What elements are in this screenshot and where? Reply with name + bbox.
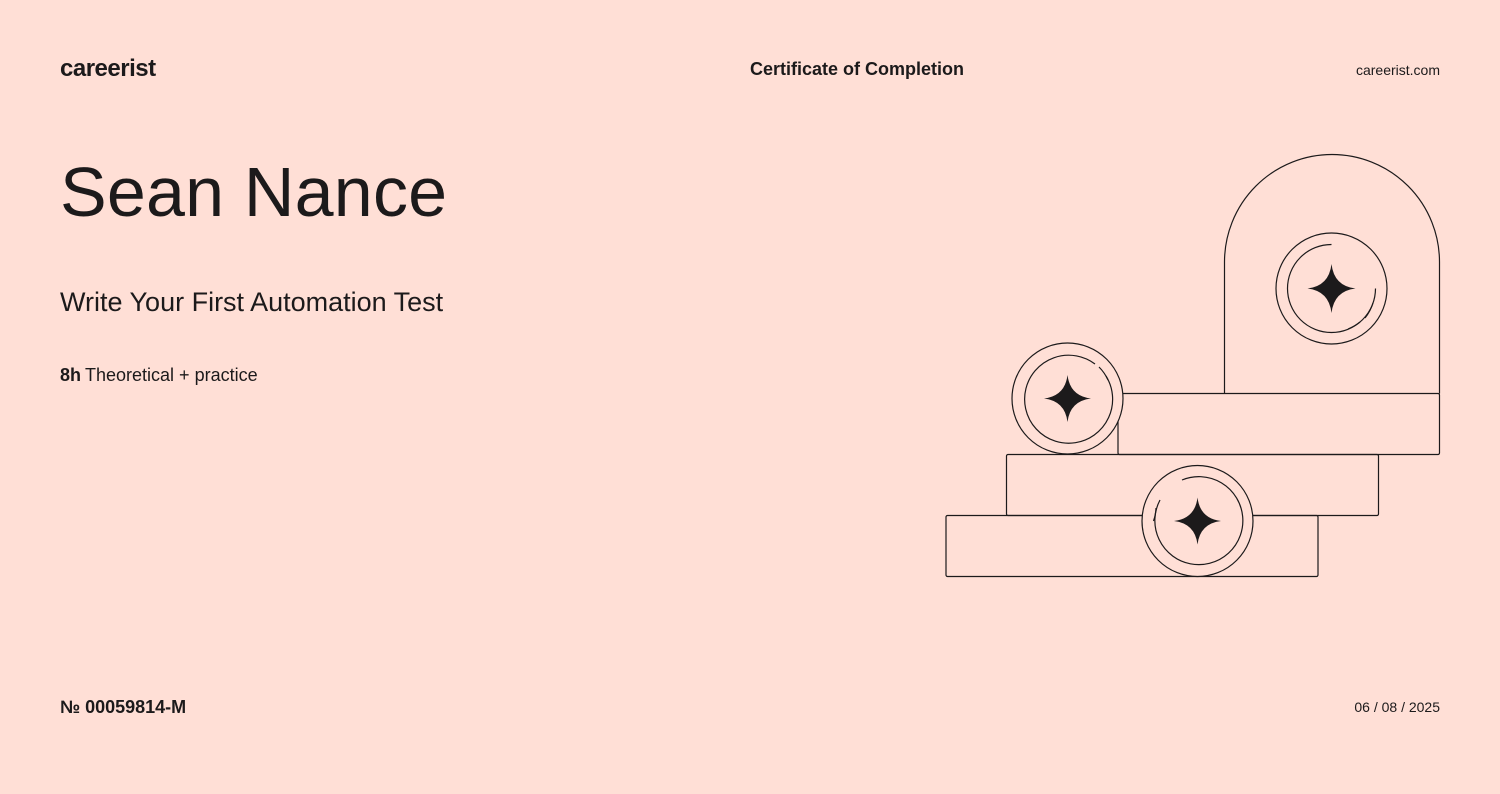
recipient-name: Sean Nance <box>60 153 448 231</box>
stacked-blocks-illustration <box>945 153 1441 578</box>
course-duration: 8h Theoretical + practice <box>60 362 258 388</box>
duration-description: Theoretical + practice <box>85 365 258 385</box>
certificate-title: Certificate of Completion <box>750 59 965 79</box>
duration-hours: 8h <box>60 365 82 385</box>
slab-top <box>1117 392 1441 456</box>
star-coin-icon <box>1011 342 1124 455</box>
careerist-logo: careerist <box>60 55 156 82</box>
star-coin-icon <box>1141 464 1254 578</box>
course-title: Write Your First Automation Test <box>60 287 444 317</box>
issue-date: 06 / 08 / 2025 <box>1354 699 1440 715</box>
certificate-number: № 00059814-M <box>60 697 187 717</box>
website-link[interactable]: careerist.com <box>1356 60 1440 80</box>
slab-bottom <box>945 514 1319 578</box>
star-coin-icon <box>1275 232 1388 345</box>
